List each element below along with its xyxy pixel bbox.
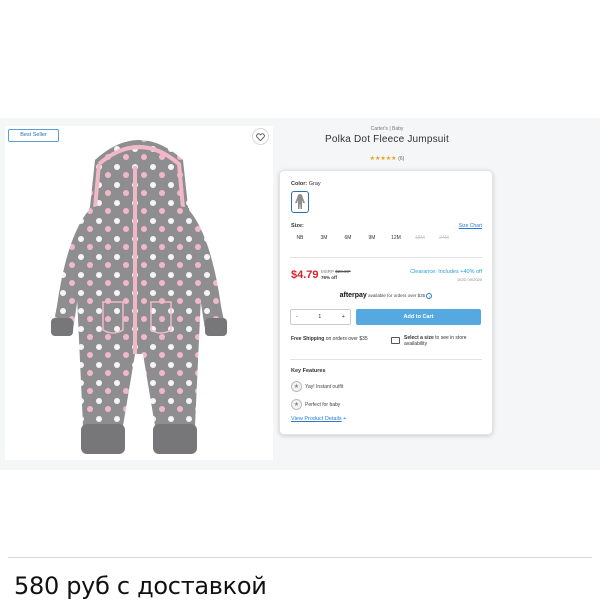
- size-chart-link[interactable]: Size Chart: [459, 223, 482, 229]
- product-image[interactable]: [5, 126, 273, 460]
- dod-note: DOD 09/2020: [457, 277, 482, 282]
- percent-off: 76% off: [321, 275, 338, 280]
- key-features-title: Key Features: [291, 368, 326, 374]
- feature-icon: ★: [291, 381, 302, 392]
- add-to-cart-button[interactable]: Add to Cart: [356, 309, 481, 325]
- msrp: MSRP $20.00*: [321, 269, 351, 274]
- divider: [290, 257, 482, 258]
- store-icon: [391, 337, 400, 344]
- color-label: Color:: [291, 181, 308, 187]
- quantity-stepper: - 1 +: [290, 309, 351, 325]
- heart-icon: [256, 132, 265, 141]
- qty-minus-button[interactable]: -: [296, 314, 298, 320]
- info-icon[interactable]: i: [426, 292, 433, 299]
- size-nb[interactable]: NB: [290, 232, 310, 244]
- screenshot: Best Seller Carter's | Baby Polka Dot Fl…: [0, 0, 600, 616]
- color-swatch-gray[interactable]: [291, 191, 309, 213]
- qty-value[interactable]: 1: [318, 314, 321, 320]
- best-seller-badge: Best Seller: [8, 129, 59, 142]
- free-shipping-note: Free Shipping on orders over $35: [291, 336, 368, 342]
- size-label: Size:: [291, 223, 304, 229]
- price-caption: 580 руб с доставкой: [14, 572, 267, 600]
- size-options: NB 3M 6M 9M 12M 18M 24M: [290, 232, 454, 244]
- feature-item: ★ Perfect for baby: [291, 399, 340, 410]
- afterpay-row: afterpay available for orders over $35 i: [280, 292, 492, 299]
- product-title: Polka Dot Fleece Jumpsuit: [325, 134, 449, 145]
- favorite-button[interactable]: [252, 128, 269, 145]
- size-18m[interactable]: 18M: [410, 232, 430, 244]
- jumpsuit-illustration: [51, 140, 227, 454]
- purchase-card: Color: Gray Size: Size Chart NB 3M 6M 9M…: [279, 170, 493, 435]
- color-row: Color: Gray: [291, 181, 321, 187]
- swatch-thumbnail: [295, 194, 305, 209]
- color-value: Gray: [308, 181, 321, 187]
- afterpay-text: available for orders over $35: [368, 293, 426, 298]
- brand-label[interactable]: Carter's | Baby: [281, 126, 493, 132]
- star-icon: ★★★★★: [369, 156, 397, 162]
- feature-item: ★ Yay! Instant outfit: [291, 381, 343, 392]
- divider: [8, 557, 592, 558]
- store-availability[interactable]: Select a size to see in store availabili…: [404, 335, 486, 347]
- view-product-details-link[interactable]: View Product Details +: [291, 416, 346, 422]
- size-9m[interactable]: 9M: [362, 232, 382, 244]
- clearance-note: Clearance: Includes +40% off: [410, 269, 482, 275]
- size-24m[interactable]: 24M: [434, 232, 454, 244]
- feature-icon: ★: [291, 399, 302, 410]
- size-3m[interactable]: 3M: [314, 232, 334, 244]
- size-12m[interactable]: 12M: [386, 232, 406, 244]
- divider: [290, 359, 482, 360]
- afterpay-logo: afterpay: [339, 292, 367, 299]
- rating-count: (6): [398, 156, 405, 162]
- rating[interactable]: ★★★★★ (6): [281, 155, 493, 162]
- qty-plus-button[interactable]: +: [342, 314, 345, 320]
- sale-price: $4.79: [291, 269, 319, 281]
- size-6m[interactable]: 6M: [338, 232, 358, 244]
